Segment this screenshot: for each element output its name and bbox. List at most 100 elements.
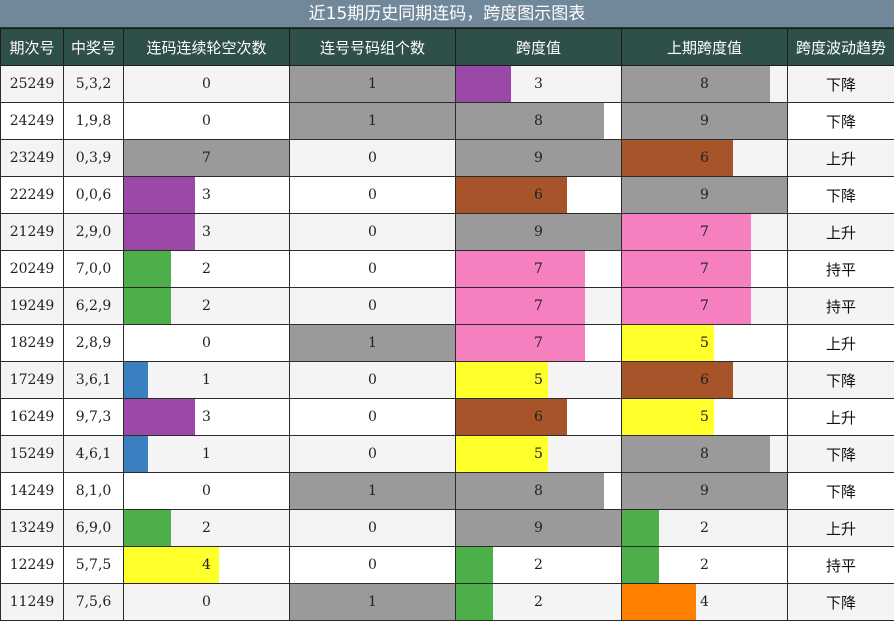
- table-row: 242491,9,80189下降: [1, 103, 894, 140]
- span-cell-bar: [456, 103, 604, 139]
- span-cell-value: 3: [534, 76, 543, 92]
- groups-cell-value: 1: [368, 76, 377, 92]
- table-row: 122495,7,54022持平: [1, 547, 894, 584]
- issue-cell: 23249: [1, 140, 64, 177]
- prev-span-cell-value: 9: [700, 187, 709, 203]
- table-row: 232490,3,97096上升: [1, 140, 894, 177]
- trend-cell: 下降: [788, 473, 894, 510]
- prev-span-cell-bar: [622, 251, 751, 287]
- groups-cell: 1: [290, 66, 456, 103]
- span-cell-bar: [456, 547, 493, 583]
- groups-cell-value: 1: [368, 483, 377, 499]
- span-cell-value: 8: [534, 483, 543, 499]
- prev-span-cell-value: 9: [700, 113, 709, 129]
- number-cell: 1,9,8: [64, 103, 124, 140]
- groups-cell: 0: [290, 510, 456, 547]
- number-cell: 6,9,0: [64, 510, 124, 547]
- table-row: 152494,6,11058下降: [1, 436, 894, 473]
- issue-cell: 24249: [1, 103, 64, 140]
- number-cell: 0,3,9: [64, 140, 124, 177]
- issue-cell: 17249: [1, 362, 64, 399]
- trend-cell: 上升: [788, 399, 894, 436]
- prev-span-cell-value: 8: [700, 76, 709, 92]
- span-cell: 6: [456, 399, 622, 436]
- span-cell-value: 9: [534, 150, 543, 166]
- table-row: 162499,7,33065上升: [1, 399, 894, 436]
- prev-span-cell: 6: [622, 140, 788, 177]
- span-cell-bar: [456, 325, 585, 361]
- groups-cell-value: 1: [368, 594, 377, 610]
- trend-cell: 下降: [788, 436, 894, 473]
- header-miss: 连码连续轮空次数: [124, 29, 290, 66]
- miss-cell-value: 2: [202, 520, 211, 536]
- number-cell: 4,6,1: [64, 436, 124, 473]
- groups-cell: 0: [290, 399, 456, 436]
- span-cell-bar: [456, 66, 511, 102]
- span-cell-bar: [456, 473, 604, 509]
- span-cell-bar: [456, 288, 585, 324]
- prev-span-cell-value: 7: [700, 298, 709, 314]
- span-cell-bar: [456, 584, 493, 620]
- trend-cell: 上升: [788, 214, 894, 251]
- span-cell: 2: [456, 547, 622, 584]
- span-cell-value: 6: [534, 409, 543, 425]
- groups-cell: 1: [290, 473, 456, 510]
- miss-cell-bar: [124, 214, 195, 250]
- miss-cell-value: 3: [202, 409, 211, 425]
- miss-cell-value: 3: [202, 187, 211, 203]
- issue-cell: 20249: [1, 251, 64, 288]
- header-trend: 跨度波动趋势: [788, 29, 894, 66]
- span-cell-bar: [456, 177, 567, 213]
- miss-cell-bar: [124, 399, 195, 435]
- number-cell: 0,0,6: [64, 177, 124, 214]
- span-cell-value: 7: [534, 298, 543, 314]
- miss-cell-bar: [124, 177, 195, 213]
- span-cell: 9: [456, 214, 622, 251]
- miss-cell: 1: [124, 362, 290, 399]
- miss-cell-value: 0: [202, 113, 211, 129]
- miss-cell: 2: [124, 288, 290, 325]
- prev-span-cell-value: 4: [700, 594, 709, 610]
- prev-span-cell-bar: [622, 584, 696, 620]
- number-cell: 5,7,5: [64, 547, 124, 584]
- table-row: 212492,9,03097上升: [1, 214, 894, 251]
- trend-cell: 下降: [788, 103, 894, 140]
- table-row: 182492,8,90175上升: [1, 325, 894, 362]
- span-cell: 5: [456, 436, 622, 473]
- span-cell: 7: [456, 288, 622, 325]
- span-cell: 8: [456, 103, 622, 140]
- miss-cell: 0: [124, 473, 290, 510]
- table-row: 192496,2,92077持平: [1, 288, 894, 325]
- number-cell: 7,5,6: [64, 584, 124, 621]
- page-title: 近15期历史同期连码，跨度图示图表: [0, 0, 894, 28]
- prev-span-cell-bar: [622, 547, 659, 583]
- groups-cell: 0: [290, 288, 456, 325]
- prev-span-cell-bar: [622, 510, 659, 546]
- issue-cell: 25249: [1, 66, 64, 103]
- trend-cell: 下降: [788, 66, 894, 103]
- issue-cell: 14249: [1, 473, 64, 510]
- miss-cell: 2: [124, 510, 290, 547]
- prev-span-cell-value: 7: [700, 224, 709, 240]
- miss-cell-value: 3: [202, 224, 211, 240]
- miss-cell-value: 2: [202, 261, 211, 277]
- span-cell: 7: [456, 251, 622, 288]
- groups-cell-value: 0: [368, 298, 377, 314]
- prev-span-cell-value: 8: [700, 446, 709, 462]
- span-cell: 8: [456, 473, 622, 510]
- miss-cell-value: 2: [202, 298, 211, 314]
- span-cell-value: 5: [534, 372, 543, 388]
- span-cell: 3: [456, 66, 622, 103]
- number-cell: 5,3,2: [64, 66, 124, 103]
- groups-cell: 0: [290, 251, 456, 288]
- number-cell: 7,0,0: [64, 251, 124, 288]
- issue-cell: 16249: [1, 399, 64, 436]
- prev-span-cell: 4: [622, 584, 788, 621]
- groups-cell: 0: [290, 547, 456, 584]
- prev-span-cell: 7: [622, 251, 788, 288]
- miss-cell-bar: [124, 251, 171, 287]
- miss-cell-value: 4: [202, 557, 211, 573]
- header-number: 中奖号: [64, 29, 124, 66]
- prev-span-cell: 6: [622, 362, 788, 399]
- number-cell: 9,7,3: [64, 399, 124, 436]
